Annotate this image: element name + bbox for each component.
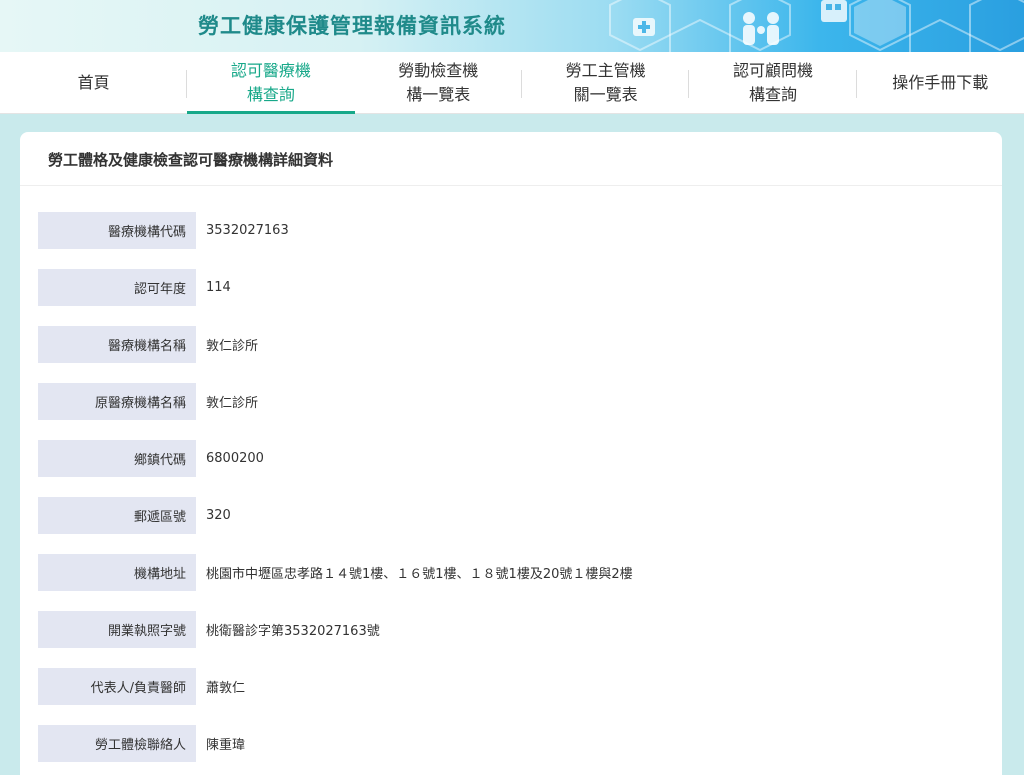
window-icon xyxy=(821,0,847,22)
row-label: 醫療機構代碼 xyxy=(38,212,196,249)
header-banner: 勞工健康保護管理報備資訊系統 xyxy=(0,0,1024,52)
medical-kit-icon xyxy=(633,18,655,36)
family-icon xyxy=(743,12,779,45)
nav-accredited-medical-query[interactable]: 認可醫療機 構查詢 xyxy=(187,52,355,114)
nav-label: 勞工主管機 關一覽表 xyxy=(565,61,646,104)
row-label: 代表人/負責醫師 xyxy=(38,668,196,705)
row-value: 陳重瑋 xyxy=(206,738,246,753)
detail-row: 原醫療機構名稱 敦仁診所 xyxy=(38,383,633,420)
row-label: 原醫療機構名稱 xyxy=(38,383,196,420)
detail-row: 代表人/負責醫師 蕭敦仁 xyxy=(38,668,633,705)
detail-row: 勞工體檢聯絡人 陳重瑋 xyxy=(38,725,633,762)
main-nav: 首頁 認可醫療機 構查詢 勞動檢查機 構一覽表 勞工主管機 關一覽表 認可顧問機… xyxy=(0,52,1024,114)
row-value: 3532027163 xyxy=(206,223,289,238)
row-value: 6800200 xyxy=(206,451,264,466)
nav-label: 認可顧問機 構查詢 xyxy=(732,61,813,104)
row-value: 蕭敦仁 xyxy=(206,681,246,696)
detail-card: 勞工體格及健康檢查認可醫療機構詳細資料 醫療機構代碼 3532027163 認可… xyxy=(20,132,1002,775)
nav-consultant-query[interactable]: 認可顧問機 構查詢 xyxy=(689,52,857,114)
detail-row: 開業執照字號 桃衛醫診字第3532027163號 xyxy=(38,611,633,648)
row-label: 鄉鎮代碼 xyxy=(38,440,196,477)
row-label: 醫療機構名稱 xyxy=(38,326,196,363)
nav-label: 勞動檢查機 構一覽表 xyxy=(398,61,479,104)
detail-row: 醫療機構代碼 3532027163 xyxy=(38,212,633,249)
site-title: 勞工健康保護管理報備資訊系統 xyxy=(198,14,506,38)
nav-labor-authority-list[interactable]: 勞工主管機 關一覽表 xyxy=(522,52,690,114)
row-label: 郵遞區號 xyxy=(38,497,196,534)
detail-row: 認可年度 114 xyxy=(38,269,633,306)
nav-label: 首頁 xyxy=(77,73,110,92)
nav-label: 認可醫療機 構查詢 xyxy=(230,61,311,104)
detail-row: 機構地址 桃園市中壢區忠孝路１４號1樓、１６號1樓、１８號1樓及20號１樓與2樓 xyxy=(38,554,633,591)
row-value: 敦仁診所 xyxy=(206,339,259,354)
row-label: 機構地址 xyxy=(38,554,196,591)
detail-rows: 醫療機構代碼 3532027163 認可年度 114 醫療機構名稱 敦仁診所 原… xyxy=(38,212,633,775)
row-value: 114 xyxy=(206,280,231,295)
row-value: 桃園市中壢區忠孝路１４號1樓、１６號1樓、１８號1樓及20號１樓與2樓 xyxy=(206,567,633,582)
nav-manual-download[interactable]: 操作手冊下載 xyxy=(857,52,1024,114)
nav-labor-inspection-list[interactable]: 勞動檢查機 構一覽表 xyxy=(355,52,522,114)
nav-label: 操作手冊下載 xyxy=(892,73,989,92)
detail-row: 醫療機構名稱 敦仁診所 xyxy=(38,326,633,363)
card-title: 勞工體格及健康檢查認可醫療機構詳細資料 xyxy=(20,132,1002,186)
hexagon-pattern-icon xyxy=(609,0,1024,52)
detail-row: 郵遞區號 320 xyxy=(38,497,633,534)
row-value: 敦仁診所 xyxy=(206,396,259,411)
detail-row: 鄉鎮代碼 6800200 xyxy=(38,440,633,477)
row-label: 認可年度 xyxy=(38,269,196,306)
row-label: 勞工體檢聯絡人 xyxy=(38,725,196,762)
row-label: 開業執照字號 xyxy=(38,611,196,648)
row-value: 320 xyxy=(206,508,231,523)
row-value: 桃衛醫診字第3532027163號 xyxy=(206,624,380,639)
nav-home[interactable]: 首頁 xyxy=(0,52,188,114)
